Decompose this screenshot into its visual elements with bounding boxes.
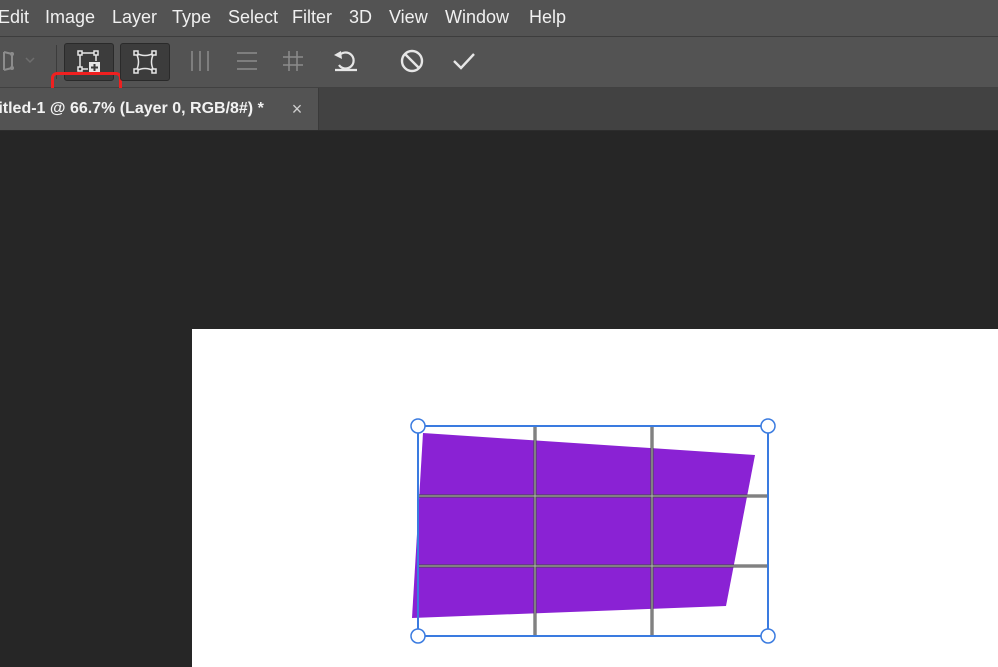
add-control-point-button[interactable] <box>64 43 114 81</box>
add-control-point-icon <box>76 49 102 75</box>
close-icon[interactable]: × <box>288 88 306 130</box>
warp-handle-top-right[interactable] <box>760 418 776 434</box>
warp-handle-bottom-right[interactable] <box>760 628 776 644</box>
cancel-transform-icon <box>398 47 426 75</box>
vertical-split-icon <box>187 48 213 74</box>
purple-shape <box>412 433 755 618</box>
options-toolbar <box>0 37 998 122</box>
cancel-transform-button[interactable] <box>388 43 436 79</box>
document-tab[interactable]: titled-1 @ 66.7% (Layer 0, RGB/8#) * × <box>0 88 319 130</box>
menu-help[interactable]: Help <box>529 0 566 36</box>
warp-preset-icon <box>0 46 42 76</box>
menu-bar: Edit Image Layer Type Select Filter 3D V… <box>0 0 998 37</box>
warp-overlay[interactable] <box>192 329 998 667</box>
split-crosswise-button[interactable] <box>269 43 317 79</box>
warp-handle-top-left[interactable] <box>410 418 426 434</box>
toolbar-separator <box>56 45 57 79</box>
menu-edit[interactable]: Edit <box>0 0 29 36</box>
menu-type[interactable]: Type <box>172 0 211 36</box>
menu-3d[interactable]: 3D <box>349 0 372 36</box>
menu-layer[interactable]: Layer <box>112 0 157 36</box>
document-canvas[interactable] <box>192 329 998 667</box>
split-horizontal-button[interactable] <box>223 43 271 79</box>
commit-transform-icon <box>450 47 478 75</box>
warp-handle-bottom-left[interactable] <box>410 628 426 644</box>
document-tab-title: titled-1 @ 66.7% (Layer 0, RGB/8#) * <box>0 100 264 117</box>
split-vertical-button[interactable] <box>176 43 224 79</box>
commit-transform-button[interactable] <box>440 43 488 79</box>
menu-window[interactable]: Window <box>445 0 509 36</box>
reset-warp-button[interactable] <box>322 43 370 79</box>
menu-view[interactable]: View <box>389 0 428 36</box>
control-point-warp-button[interactable] <box>120 43 170 81</box>
control-point-warp-icon <box>132 49 158 75</box>
horizontal-split-icon <box>234 48 260 74</box>
menu-filter[interactable]: Filter <box>292 0 332 36</box>
warp-preset-dropdown[interactable] <box>0 43 50 79</box>
crosswise-split-icon <box>280 48 306 74</box>
document-tab-bar: titled-1 @ 66.7% (Layer 0, RGB/8#) * × <box>0 88 998 131</box>
menu-select[interactable]: Select <box>228 0 278 36</box>
reset-warp-icon <box>331 46 361 76</box>
menu-image[interactable]: Image <box>45 0 95 36</box>
